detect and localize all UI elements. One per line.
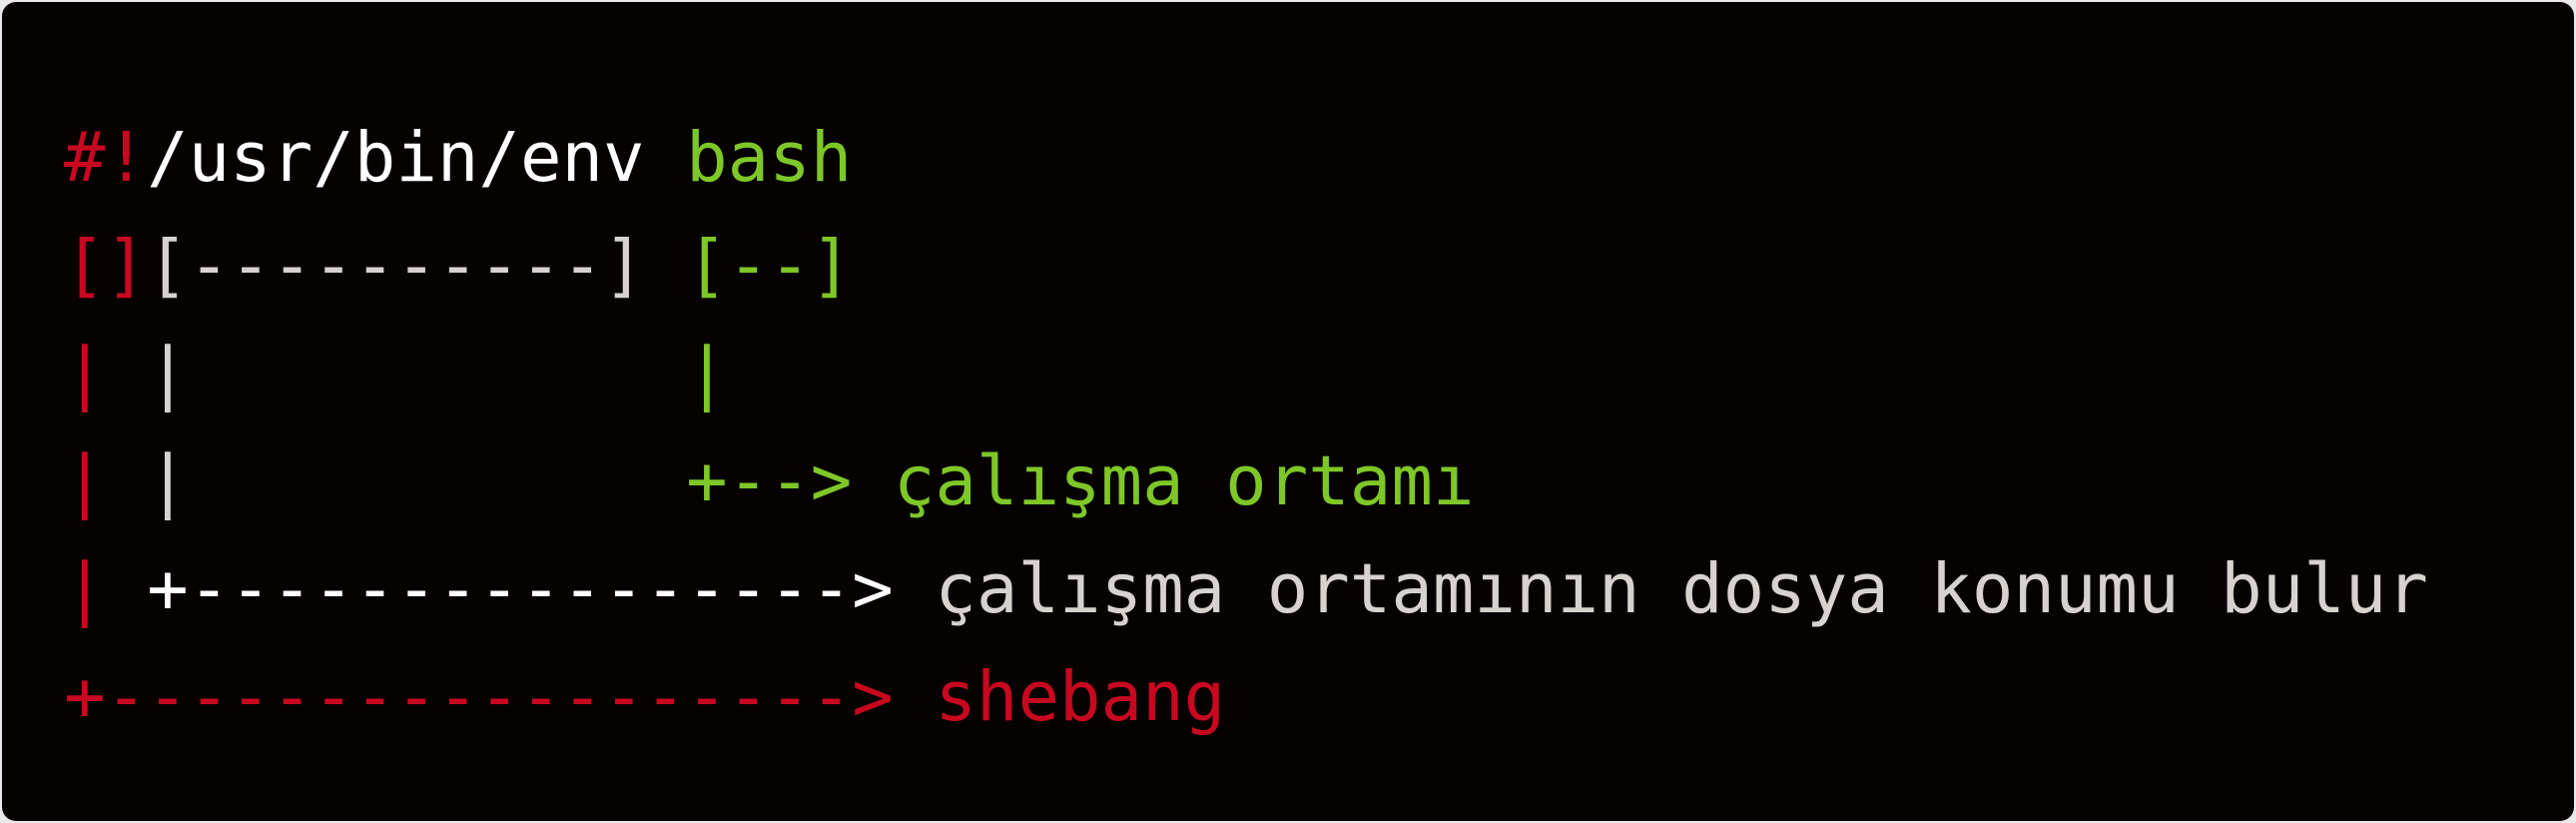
path-description: çalışma ortamının dosya konumu bulur <box>935 549 2428 629</box>
path-description-line: | +----------------> çalışma ortamının d… <box>64 535 2428 643</box>
interpreter-bracket: [--] <box>686 226 853 306</box>
connector-line: | | | <box>64 320 2428 427</box>
interpreter-description-line: | | +--> çalışma ortamı <box>64 427 2428 535</box>
shebang-description-line: +------------------> shebang <box>64 643 2428 751</box>
env-path: /usr/bin/env <box>147 118 687 198</box>
interpreter-description: +--> çalışma ortamı <box>686 441 1475 521</box>
bracket-line: [][----------] [--] <box>64 212 2428 320</box>
code-panel: #!/usr/bin/env bash [][----------] [--] | … <box>2 2 2574 821</box>
path-bracket: [----------] <box>147 226 687 306</box>
code-block: #!/usr/bin/env bash [][----------] [--] | … <box>64 104 2428 751</box>
marker-connector: | <box>64 334 148 413</box>
shebang-marker: #! <box>64 118 148 198</box>
marker-connector: | <box>64 441 148 521</box>
shebang-description: +------------------> shebang <box>64 657 1226 737</box>
interpreter-name: bash <box>686 118 853 198</box>
path-arrow: +----------------> <box>147 549 936 629</box>
marker-bracket: [] <box>64 226 148 306</box>
path-connector: | <box>147 334 687 413</box>
path-connector: | <box>147 441 687 521</box>
marker-connector: | <box>64 549 148 629</box>
shebang-line: #!/usr/bin/env bash <box>64 104 2428 212</box>
interpreter-connector: | <box>686 334 728 413</box>
